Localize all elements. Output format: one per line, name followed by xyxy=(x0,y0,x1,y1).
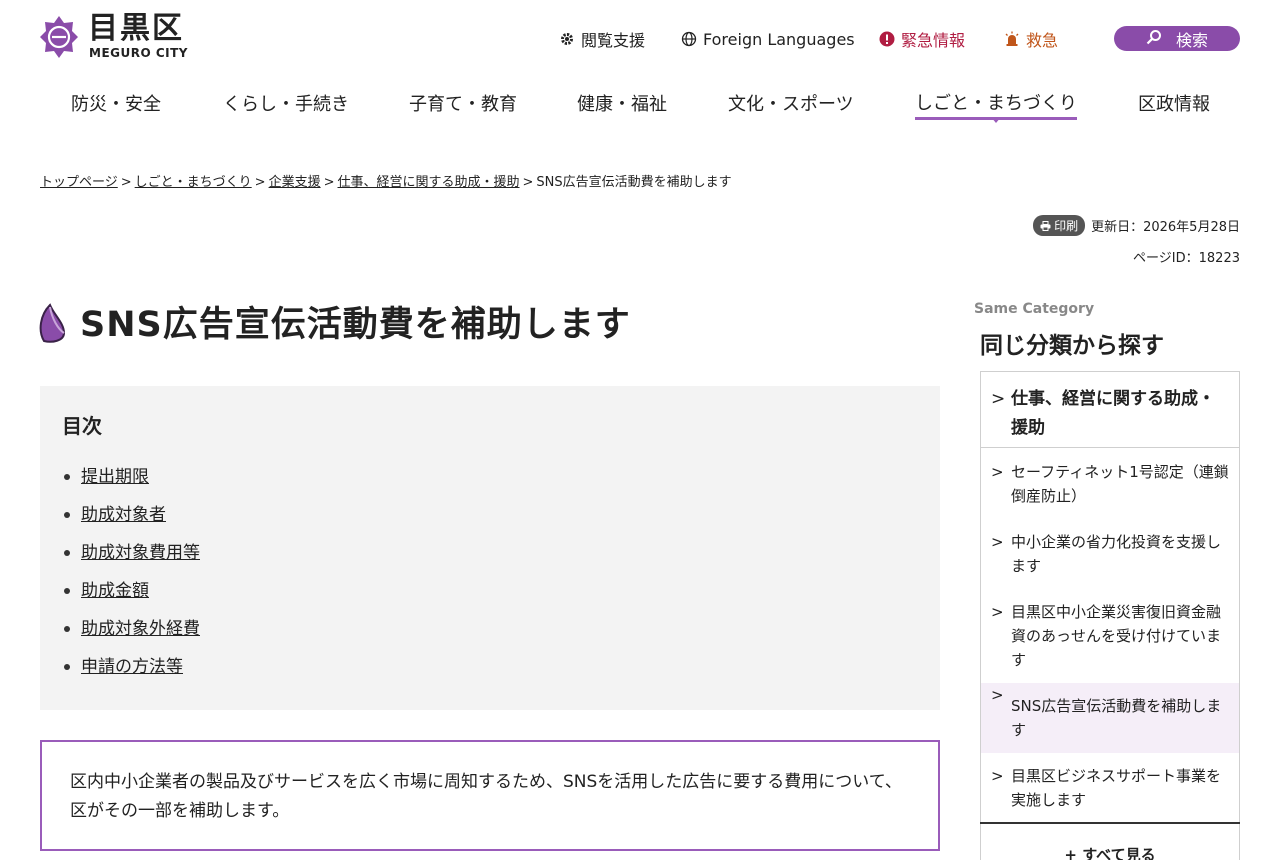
sidebar-category-heading[interactable]: 仕事、経営に関する助成・援助 xyxy=(981,372,1239,448)
table-of-contents: 目次 提出期限 助成対象者 助成対象費用等 助成金額 助成対象外経費 申請の方法… xyxy=(40,386,940,710)
page-meta: 印刷 更新日：2026年5月28日 xyxy=(1033,215,1240,236)
toc-item: 助成対象外経費 xyxy=(62,617,918,655)
toc-item: 助成金額 xyxy=(62,579,918,617)
breadcrumb: トップページ > しごと・まちづくり > 企業支援 > 仕事、経営に関する助成・援助 > SNS… xyxy=(40,171,732,190)
gnav-item-childcare[interactable]: 子育て・教育 xyxy=(409,86,517,120)
sidebar-item-sns-ads[interactable]: SNS広告宣伝活動費を補助します xyxy=(981,683,1239,753)
gnav-item-culture[interactable]: 文化・スポーツ xyxy=(728,86,854,120)
accessibility-label: 閲覧支援 xyxy=(581,31,646,50)
toc-link-eligible[interactable]: 助成対象者 xyxy=(81,505,166,525)
toc-link-amount[interactable]: 助成金額 xyxy=(81,581,149,601)
toc-item: 助成対象者 xyxy=(62,503,918,541)
siren-icon xyxy=(1004,31,1020,47)
sidebar-item-disaster-loan[interactable]: 目黒区中小企業災害復旧資金融資のあっせんを受け付けています xyxy=(981,600,1239,672)
toc-link-excluded-costs[interactable]: 助成対象外経費 xyxy=(81,619,200,639)
toc-item: 申請の方法等 xyxy=(62,655,918,693)
alert-icon xyxy=(879,31,895,47)
sidebar-item-business-support[interactable]: 目黒区ビジネスサポート事業を実施します xyxy=(981,764,1239,812)
breadcrumb-separator: > xyxy=(120,175,132,190)
logo-english: MEGURO CITY xyxy=(89,46,188,60)
breadcrumb-separator: > xyxy=(254,175,266,190)
search-button[interactable]: 検索 xyxy=(1114,26,1240,51)
page-title: SNS広告宣伝活動費を補助します xyxy=(80,305,631,345)
petal-icon xyxy=(39,302,66,343)
search-icon xyxy=(1146,29,1162,49)
gnav-item-living[interactable]: くらし・手続き xyxy=(223,86,349,120)
intro-box: 区内中小企業者の製品及びサービスを広く市場に周知するため、SNSを活用した広告に… xyxy=(40,740,940,851)
sidebar-category-heading-label: 仕事、経営に関する助成・援助 xyxy=(991,385,1229,443)
site-logo[interactable]: 目黒区 MEGURO CITY xyxy=(40,14,188,59)
toc-link-deadline[interactable]: 提出期限 xyxy=(81,467,149,487)
active-nav-indicator xyxy=(991,117,1001,123)
sidebar-category-list: 仕事、経営に関する助成・援助 セーフティネット1号認定（連鎖倒産防止） 中小企業… xyxy=(980,371,1240,860)
toc-list: 提出期限 助成対象者 助成対象費用等 助成金額 助成対象外経費 申請の方法等 xyxy=(62,465,918,693)
accessibility-link[interactable]: 閲覧支援 xyxy=(559,26,645,52)
emergency-medical-label: 救急 xyxy=(1026,31,1059,50)
toc-item: 助成対象費用等 xyxy=(62,541,918,579)
print-button[interactable]: 印刷 xyxy=(1033,215,1086,236)
breadcrumb-separator: > xyxy=(522,175,534,190)
breadcrumb-link-grants[interactable]: 仕事、経営に関する助成・援助 xyxy=(338,175,520,190)
see-all-link[interactable]: + すべて見る xyxy=(980,822,1240,860)
gnav-item-health[interactable]: 健康・福祉 xyxy=(577,86,667,120)
gnav-item-disaster[interactable]: 防災・安全 xyxy=(71,86,161,120)
breadcrumb-link-business-support[interactable]: 企業支援 xyxy=(269,175,321,190)
breadcrumb-link-top[interactable]: トップページ xyxy=(40,175,118,190)
toc-item: 提出期限 xyxy=(62,465,918,503)
sidebar-item-labor-saving[interactable]: 中小企業の省力化投資を支援します xyxy=(981,530,1239,578)
page-id: ページID：18223 xyxy=(1133,251,1240,266)
toc-title: 目次 xyxy=(62,414,102,438)
foreign-languages-link[interactable]: Foreign Languages xyxy=(681,26,855,52)
meguro-emblem-icon xyxy=(40,15,78,58)
search-label: 検索 xyxy=(1175,30,1208,50)
sidebar-subtitle: Same Category xyxy=(974,301,1095,317)
printer-icon xyxy=(1040,220,1051,231)
breadcrumb-link-work[interactable]: しごと・まちづくり xyxy=(135,175,252,190)
toc-link-application[interactable]: 申請の方法等 xyxy=(81,657,183,677)
toc-link-eligible-costs[interactable]: 助成対象費用等 xyxy=(81,543,200,563)
page-heading: SNS広告宣伝活動費を補助します xyxy=(38,296,631,347)
breadcrumb-separator: > xyxy=(323,175,335,190)
globe-icon xyxy=(681,31,697,47)
breadcrumb-current: SNS広告宣伝活動費を補助します xyxy=(536,175,732,190)
emergency-info-label: 緊急情報 xyxy=(901,31,966,50)
updated-date: 更新日：2026年5月28日 xyxy=(1091,220,1240,235)
sidebar-item-safety-net[interactable]: セーフティネット1号認定（連鎖倒産防止） xyxy=(981,460,1239,508)
emergency-info-link[interactable]: 緊急情報 xyxy=(879,26,965,52)
gear-icon xyxy=(559,31,575,47)
gnav-item-work[interactable]: しごと・まちづくり xyxy=(915,86,1077,120)
foreign-languages-label: Foreign Languages xyxy=(703,29,855,49)
gnav-item-government[interactable]: 区政情報 xyxy=(1138,86,1210,120)
global-nav: 防災・安全 くらし・手続き 子育て・教育 健康・福祉 文化・スポーツ しごと・ま… xyxy=(0,86,1280,126)
emergency-medical-link[interactable]: 救急 xyxy=(1004,26,1058,52)
sidebar-title: 同じ分類から探す xyxy=(980,333,1164,359)
logo-japanese: 目黒区 xyxy=(88,11,184,46)
print-label: 印刷 xyxy=(1054,219,1079,233)
